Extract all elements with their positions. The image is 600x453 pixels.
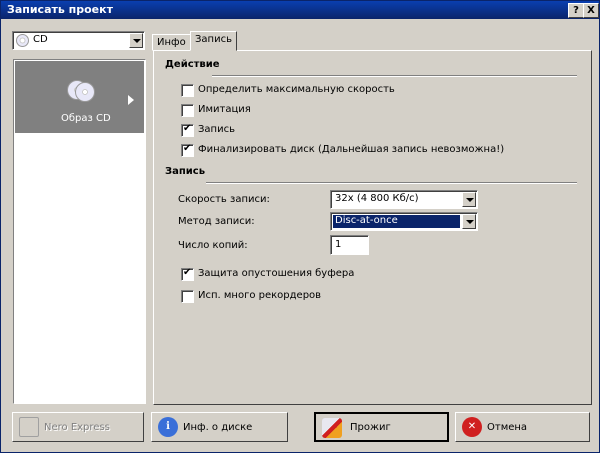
tab-burn[interactable]: Запись bbox=[190, 31, 237, 51]
copies-label: Число копий: bbox=[178, 240, 248, 251]
max-speed-label: Определить максимальную скорость bbox=[198, 84, 395, 95]
chevron-down-icon[interactable] bbox=[462, 192, 476, 207]
cancel-icon: ✕ bbox=[462, 417, 482, 437]
speed-label: Скорость записи: bbox=[178, 194, 270, 205]
speed-select[interactable]: 32x (4 800 Кб/с) bbox=[330, 190, 478, 209]
write-checkbox[interactable] bbox=[181, 123, 194, 137]
disc-info-button[interactable]: i Инф. о диске bbox=[151, 412, 288, 442]
tab-info-label: Инфо bbox=[157, 37, 186, 48]
buffer-protect-checkbox[interactable] bbox=[181, 267, 194, 281]
write-label: Запись bbox=[198, 124, 235, 135]
finalize-checkbox[interactable] bbox=[181, 143, 194, 157]
arrow-right-icon bbox=[128, 95, 134, 105]
list-item-label: Образ CD bbox=[61, 113, 111, 124]
tab-burn-label: Запись bbox=[195, 34, 232, 45]
multi-recorder-label: Исп. много рекордеров bbox=[198, 290, 322, 301]
method-label: Метод записи: bbox=[178, 216, 255, 227]
buffer-protect-label: Защита опустошения буфера bbox=[198, 268, 355, 279]
action-heading: Действие bbox=[165, 59, 220, 70]
copies-input[interactable]: 1 bbox=[330, 235, 369, 255]
simulation-checkbox[interactable] bbox=[181, 104, 194, 117]
window-title: Записать проект bbox=[7, 3, 113, 16]
divider bbox=[212, 75, 577, 77]
project-list: Образ CD bbox=[13, 59, 146, 404]
nero-express-button[interactable]: Nero Express bbox=[12, 412, 144, 442]
simulation-label: Имитация bbox=[198, 104, 251, 115]
burn-button[interactable]: Прожиг bbox=[314, 412, 449, 442]
burn-icon bbox=[322, 418, 342, 438]
tab-info[interactable]: Инфо bbox=[152, 34, 191, 51]
help-button[interactable]: ? bbox=[568, 3, 584, 18]
list-item-cd-image[interactable]: Образ CD bbox=[15, 61, 144, 133]
chevron-down-icon[interactable] bbox=[462, 214, 476, 229]
burn-project-dialog: Записать проект ? X CD Образ CD Инфо Зап… bbox=[0, 0, 600, 453]
speed-value: 32x (4 800 Кб/с) bbox=[335, 193, 419, 204]
write-heading: Запись bbox=[165, 166, 206, 177]
close-button[interactable]: X bbox=[583, 3, 599, 18]
cancel-label: Отмена bbox=[487, 422, 528, 433]
title-bar[interactable]: Записать проект ? X bbox=[1, 1, 599, 19]
tab-panel: Действие Определить максимальную скорост… bbox=[153, 50, 592, 405]
nero-logo-icon bbox=[19, 417, 39, 437]
method-select[interactable]: Disc-at-once bbox=[330, 212, 478, 231]
finalize-label: Финализировать диск (Дальнейшая запись н… bbox=[198, 144, 505, 155]
cancel-button[interactable]: ✕ Отмена bbox=[455, 412, 590, 442]
copies-value: 1 bbox=[335, 239, 342, 250]
method-value: Disc-at-once bbox=[335, 215, 398, 226]
media-type-value: CD bbox=[33, 34, 48, 45]
max-speed-checkbox[interactable] bbox=[181, 84, 194, 97]
cd-icon bbox=[16, 34, 29, 47]
divider bbox=[206, 182, 577, 184]
disc-info-label: Инф. о диске bbox=[183, 422, 253, 433]
nero-express-label: Nero Express bbox=[44, 422, 110, 433]
burn-label: Прожиг bbox=[350, 422, 391, 433]
media-type-select[interactable]: CD bbox=[12, 31, 145, 50]
cd-image-icon-back bbox=[75, 82, 95, 102]
chevron-down-icon[interactable] bbox=[129, 33, 143, 48]
info-icon: i bbox=[158, 417, 178, 437]
multi-recorder-checkbox[interactable] bbox=[181, 290, 194, 303]
